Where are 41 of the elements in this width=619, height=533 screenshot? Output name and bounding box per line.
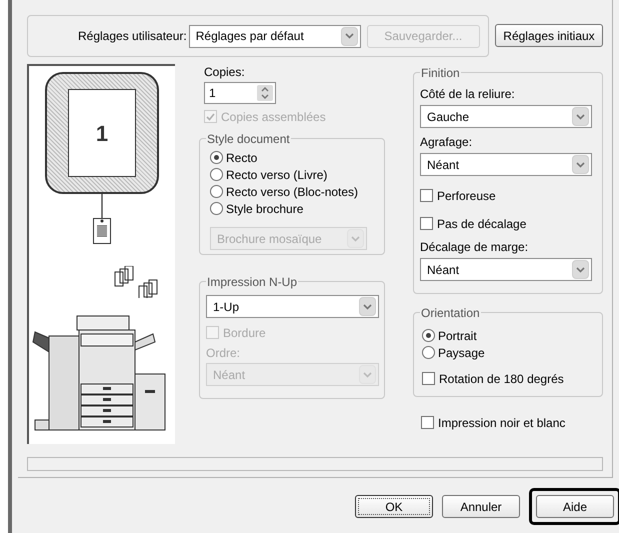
dropdown-field[interactable]: 1-Up	[206, 295, 379, 318]
checkbox-label: Pas de décalage	[437, 216, 526, 232]
dropdown-field[interactable]: Néant	[420, 153, 592, 176]
radio-label: Recto verso (Bloc-notes)	[226, 184, 358, 200]
document-icon	[93, 218, 111, 244]
radio-button[interactable]	[422, 329, 435, 342]
checkbox[interactable]	[420, 217, 433, 230]
radio-label: Portrait	[438, 328, 477, 344]
radio-button[interactable]	[210, 168, 223, 181]
radio-button[interactable]	[210, 151, 223, 164]
radio-label: Recto verso (Livre)	[226, 166, 328, 184]
checkbox[interactable]	[422, 372, 435, 385]
dialog-button[interactable]: Annuler	[442, 495, 520, 518]
checkbox-label: Rotation de 180 degrés	[439, 370, 564, 388]
dropdown-field[interactable]: Néant	[420, 258, 592, 281]
field-label: Ordre:	[206, 346, 242, 361]
copies-spin-field[interactable]: 1	[204, 82, 276, 104]
radio-label: Style brochure	[226, 200, 304, 218]
checkbox[interactable]	[420, 189, 433, 202]
checkbox-label: Perforeuse	[437, 188, 496, 204]
field-label: Copies:	[204, 65, 246, 80]
radio-button[interactable]	[422, 346, 435, 359]
radio-label: Paysage	[438, 344, 485, 362]
field-label: Agrafage:	[420, 135, 474, 150]
dialog-button[interactable]: Aide	[536, 495, 614, 518]
page-number: 1	[96, 120, 108, 148]
field-label: Décalage de marge:	[420, 240, 530, 255]
dialog-button[interactable]: OK	[355, 495, 433, 518]
radio-button[interactable]	[210, 185, 223, 198]
field-label: Réglages utilisateur:	[78, 28, 187, 45]
reset-button[interactable]: Réglages initiaux	[495, 24, 603, 47]
dropdown-field[interactable]: Gauche	[420, 105, 592, 128]
radio-button[interactable]	[210, 202, 223, 215]
checkbox-label: Copies assemblées	[221, 108, 326, 126]
dropdown-field[interactable]: Réglages par défaut	[188, 24, 361, 48]
radio-label: Recto	[226, 150, 258, 166]
field-label: Côté de la reliure:	[420, 87, 516, 102]
checkbox[interactable]	[421, 416, 434, 429]
spin-arrows-icon	[257, 85, 273, 101]
checkbox-label: Impression noir et blanc	[438, 414, 566, 432]
checkbox-label: Bordure	[223, 324, 266, 342]
